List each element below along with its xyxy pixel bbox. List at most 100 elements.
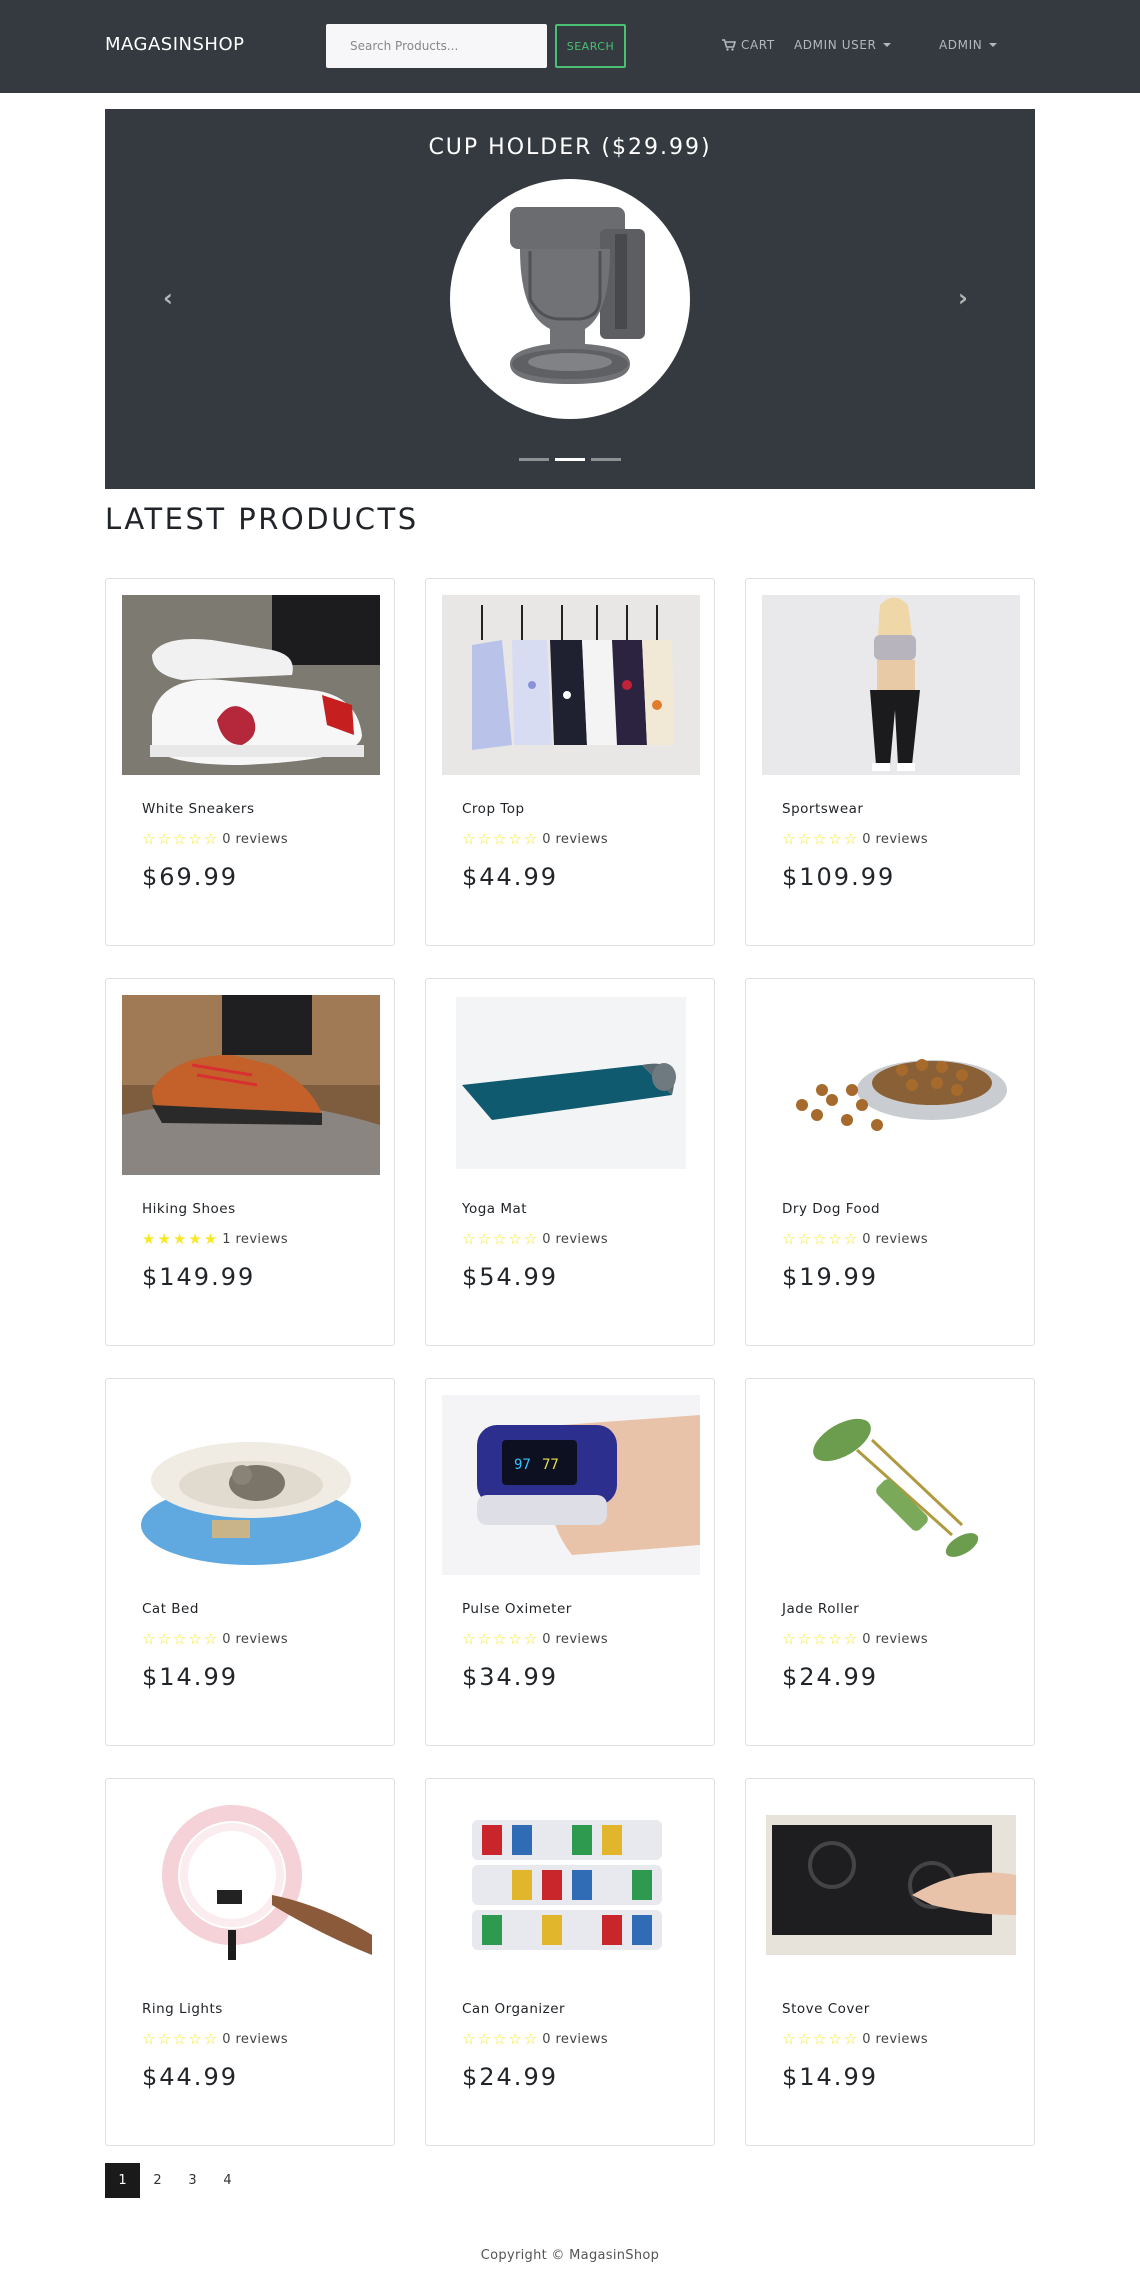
product-name[interactable]: Cat Bed (142, 1601, 199, 1617)
product-carousel[interactable]: CUP HOLDER ($29.99) ‹ › (105, 109, 1035, 489)
cart-icon (722, 39, 736, 51)
product-name[interactable]: Hiking Shoes (142, 1201, 236, 1217)
product-image[interactable] (442, 1795, 700, 1975)
star-filled-icon: ★ (142, 1230, 156, 1248)
star-outline-icon: ☆ (477, 2030, 491, 2048)
product-rating: ☆ ☆ ☆ ☆ ☆ 0 reviews (142, 830, 289, 848)
product-name[interactable]: Jade Roller (782, 1601, 859, 1617)
star-outline-icon: ☆ (523, 1230, 538, 1248)
product-card[interactable]: Yoga Mat ☆ ☆ ☆ ☆ ☆ 0 reviews $54.99 (425, 978, 715, 1346)
star-outline-icon: ☆ (142, 2030, 156, 2048)
carousel-image-cup-holder[interactable] (450, 179, 690, 419)
carousel-indicator[interactable] (591, 458, 621, 461)
product-image[interactable] (762, 1795, 1020, 1975)
star-outline-icon: ☆ (462, 2030, 476, 2048)
cart-link[interactable]: CART (722, 38, 775, 52)
star-outline-icon: ☆ (492, 1230, 507, 1248)
svg-text:97: 97 (514, 1457, 531, 1473)
product-image[interactable]: 97 77 (442, 1395, 700, 1575)
product-card[interactable]: Ring Lights ☆ ☆ ☆ ☆ ☆ 0 reviews $44.99 (105, 1778, 395, 2146)
cup-holder-image (510, 207, 645, 384)
product-card[interactable]: Stove Cover ☆ ☆ ☆ ☆ ☆ 0 reviews $14.99 (745, 1778, 1035, 2146)
product-price: $14.99 (142, 1663, 238, 1691)
product-price: $24.99 (462, 2063, 558, 2091)
page-link[interactable]: 4 (210, 2163, 245, 2198)
admin-menu-dropdown[interactable]: ADMIN (939, 38, 998, 52)
product-rating: ☆ ☆ ☆ ☆ ☆ 0 reviews (782, 830, 928, 848)
star-outline-icon: ☆ (508, 1230, 522, 1248)
review-count: 0 reviews (222, 832, 289, 847)
product-name[interactable]: Ring Lights (142, 2001, 223, 2017)
product-image[interactable] (762, 995, 1020, 1175)
star-outline-icon: ☆ (477, 830, 491, 848)
user-menu-label: ADMIN USER (794, 38, 877, 52)
star-outline-icon: ☆ (782, 1630, 796, 1648)
product-image[interactable] (442, 995, 700, 1175)
product-card[interactable]: Crop Top ☆ ☆ ☆ ☆ ☆ 0 reviews $44.99 (425, 578, 715, 946)
product-card[interactable]: Jade Roller ☆ ☆ ☆ ☆ ☆ 0 reviews $24.99 (745, 1378, 1035, 1746)
star-outline-icon: ☆ (523, 1630, 538, 1648)
star-outline-icon: ☆ (828, 1230, 842, 1248)
star-outline-icon: ☆ (843, 830, 858, 848)
product-image[interactable] (122, 995, 380, 1175)
product-card[interactable]: White Sneakers ☆ ☆ ☆ ☆ ☆ 0 reviews $69.99 (105, 578, 395, 946)
product-rating: ☆ ☆ ☆ ☆ ☆ 0 reviews (142, 1632, 289, 1648)
search-button[interactable]: SEARCH (555, 24, 626, 68)
product-image[interactable] (122, 595, 380, 775)
product-price: $44.99 (142, 2063, 238, 2091)
product-name[interactable]: Yoga Mat (462, 1201, 527, 1217)
carousel-next-icon[interactable]: › (958, 284, 968, 312)
product-image[interactable] (122, 1395, 380, 1575)
product-name[interactable]: Can Organizer (462, 2001, 565, 2017)
review-count: 1 reviews (222, 1232, 289, 1247)
product-rating: ☆ ☆ ☆ ☆ ☆ 0 reviews (462, 1630, 608, 1648)
product-image[interactable] (122, 1795, 380, 1975)
product-rating: ☆ ☆ ☆ ☆ ☆ 0 reviews (462, 2030, 608, 2048)
star-outline-icon: ☆ (477, 1630, 491, 1648)
search-input[interactable]: Search Products... (326, 24, 547, 68)
product-rating: ☆ ☆ ☆ ☆ ☆ 0 reviews (782, 2030, 928, 2048)
review-count: 0 reviews (862, 1232, 929, 1247)
product-price: $19.99 (782, 1263, 878, 1291)
product-card[interactable]: 97 77 Pulse Oximeter ☆ ☆ ☆ ☆ ☆ 0 reviews $34.99 (425, 1378, 715, 1746)
product-name[interactable]: White Sneakers (142, 801, 254, 817)
product-name[interactable]: Crop Top (462, 801, 525, 817)
star-outline-icon: ☆ (797, 1230, 811, 1248)
carousel-prev-icon[interactable]: ‹ (163, 284, 173, 312)
star-filled-icon: ★ (172, 1230, 187, 1248)
product-card[interactable]: Sportswear ☆ ☆ ☆ ☆ ☆ 0 reviews $109.99 (745, 578, 1035, 946)
product-card[interactable]: Dry Dog Food ☆ ☆ ☆ ☆ ☆ 0 reviews $19.99 (745, 978, 1035, 1346)
product-name[interactable]: Stove Cover (782, 2001, 870, 2017)
carousel-indicator-active[interactable] (555, 458, 585, 461)
star-outline-icon: ☆ (782, 2030, 796, 2048)
brand-logo[interactable]: MAGASINSHOP (105, 34, 244, 55)
product-price: $69.99 (142, 863, 238, 891)
product-image[interactable] (762, 1395, 1020, 1575)
page-link[interactable]: 2 (140, 2163, 175, 2198)
product-card[interactable]: Can Organizer ☆ ☆ ☆ ☆ ☆ 0 reviews $24.99 (425, 1778, 715, 2146)
page-link[interactable]: 1 (105, 2163, 140, 2198)
star-outline-icon: ☆ (157, 2030, 171, 2048)
product-name[interactable]: Sportswear (782, 801, 863, 817)
product-price: $54.99 (462, 1263, 558, 1291)
product-card[interactable]: Hiking Shoes ★ ★ ★ ★ ★ 1 reviews $149.99 (105, 978, 395, 1346)
star-outline-icon: ☆ (477, 1230, 491, 1248)
product-image[interactable] (762, 595, 1020, 775)
star-outline-icon: ☆ (782, 830, 796, 848)
carousel-indicators (105, 458, 1035, 461)
carousel-caption[interactable]: CUP HOLDER ($29.99) (105, 135, 1035, 160)
star-outline-icon: ☆ (172, 830, 187, 848)
product-price: $149.99 (142, 1263, 256, 1291)
star-outline-icon: ☆ (828, 1630, 842, 1648)
product-image[interactable] (442, 595, 700, 775)
product-name[interactable]: Dry Dog Food (782, 1201, 880, 1217)
product-price: $24.99 (782, 1663, 878, 1691)
page-link[interactable]: 3 (175, 2163, 210, 2198)
star-outline-icon: ☆ (203, 2030, 218, 2048)
review-count: 0 reviews (222, 1632, 289, 1647)
product-name[interactable]: Pulse Oximeter (462, 1601, 572, 1617)
product-card[interactable]: Cat Bed ☆ ☆ ☆ ☆ ☆ 0 reviews $14.99 (105, 1378, 395, 1746)
carousel-indicator[interactable] (519, 458, 549, 461)
cart-label: CART (741, 38, 775, 52)
user-menu-dropdown[interactable]: ADMIN USER (794, 38, 892, 52)
